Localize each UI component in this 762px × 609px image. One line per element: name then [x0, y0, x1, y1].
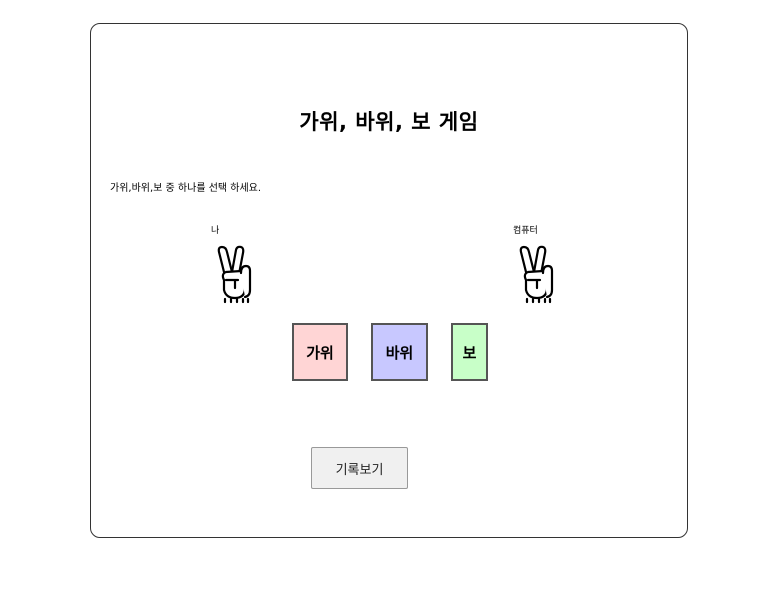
scissors-button[interactable]: 가위 [292, 323, 348, 381]
player-label: 나 [211, 226, 220, 236]
rock-button[interactable]: 바위 [371, 323, 428, 381]
instruction-text: 가위,바위,보 중 하나를 선택 하세요. [110, 183, 262, 194]
player-victory-hand-icon [217, 245, 252, 304]
computer-label: 컴퓨터 [513, 226, 538, 236]
page-title: 가위, 바위, 보 게임 [299, 110, 479, 134]
game-card: 가위, 바위, 보 게임 가위,바위,보 중 하나를 선택 하세요. 나 컴퓨터… [90, 23, 688, 538]
computer-victory-hand-icon [519, 245, 554, 304]
view-history-button[interactable]: 기록보기 [311, 447, 408, 489]
paper-button[interactable]: 보 [451, 323, 488, 381]
